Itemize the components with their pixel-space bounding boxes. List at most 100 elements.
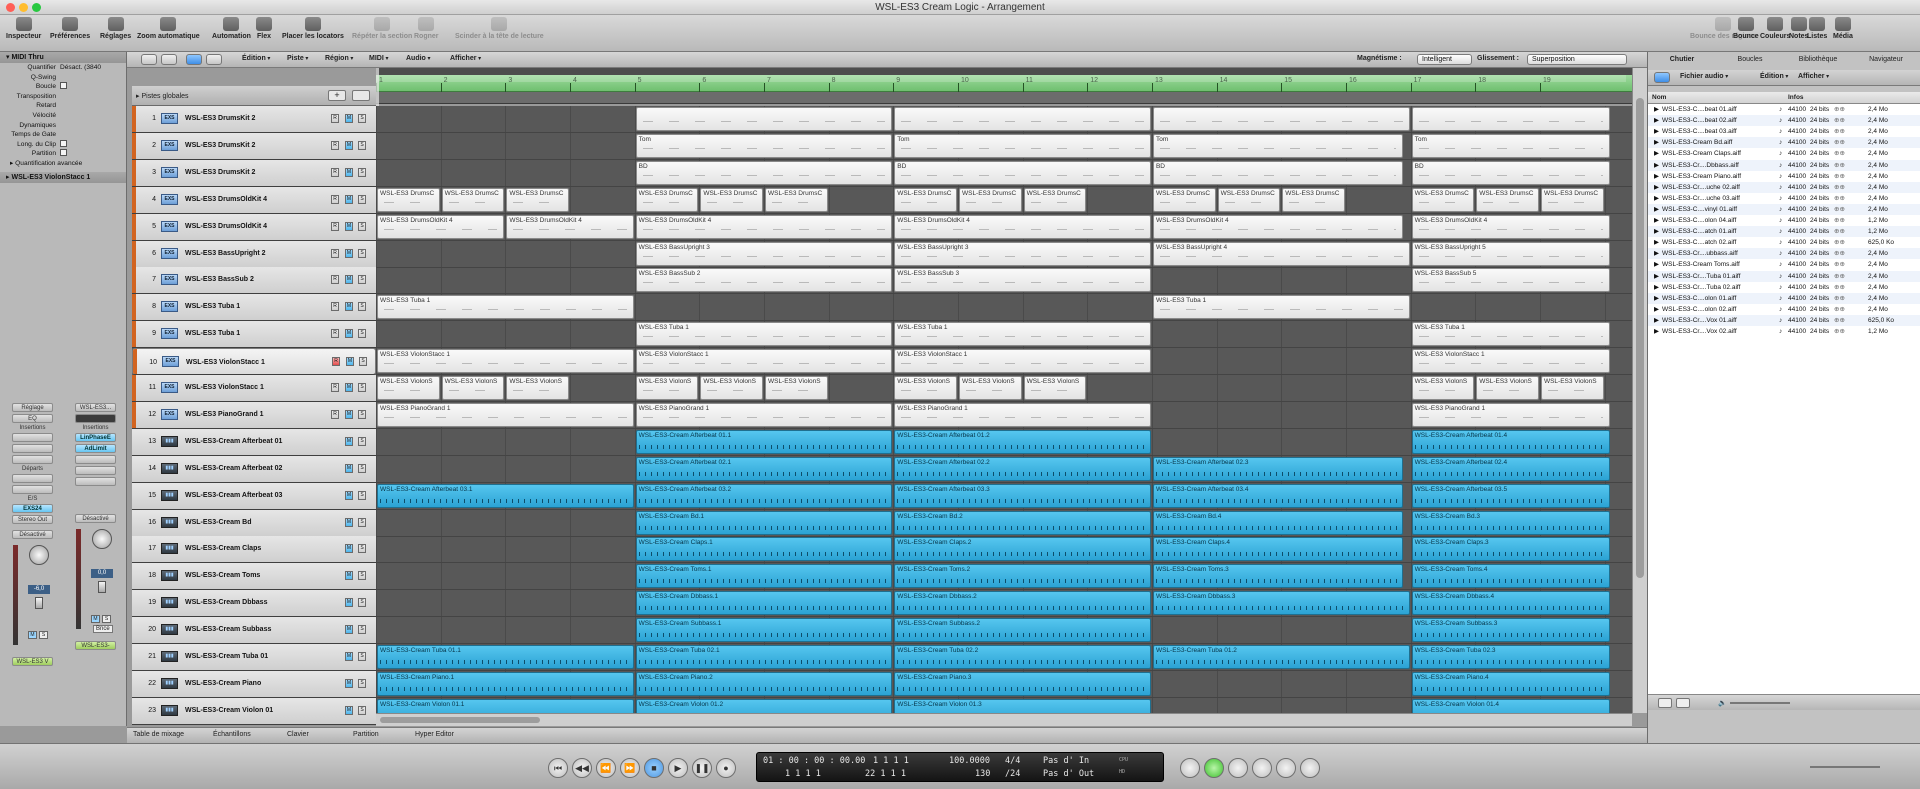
midi-region[interactable]: BD	[1152, 160, 1404, 185]
audio-file-row[interactable]: ▶ WSL-ES3-C....olon 01.aiff ♪ 44100 24 bits ⊕…	[1648, 292, 1920, 304]
solo-button[interactable]: S	[358, 329, 366, 339]
record-enable-button[interactable]: R	[331, 167, 339, 177]
solo-button[interactable]: S	[358, 302, 366, 312]
solo-button[interactable]: S	[358, 625, 366, 635]
track-name[interactable]: WSL-ES3-Cream Dbbass	[185, 599, 267, 606]
preview-volume-slider[interactable]	[1730, 702, 1790, 704]
record-enable-button[interactable]: R	[331, 194, 339, 204]
toolbar-répéter-la-section-button[interactable]: Répéter la section	[352, 17, 412, 40]
flex-tool-icon[interactable]	[186, 54, 202, 65]
midi-region[interactable]: WSL-ES3 DrumsOldKit 4	[1411, 214, 1611, 239]
track-name[interactable]: WSL-ES3 ViolonStacc 1	[186, 358, 265, 368]
midi-region[interactable]: Tom	[635, 133, 893, 158]
track-name[interactable]: WSL-ES3-Cream Subbass	[185, 626, 271, 633]
toolbar-listes-button[interactable]: Listes	[1807, 17, 1827, 40]
midi-region[interactable]: WSL-ES3 BassUpright 4	[1152, 241, 1410, 266]
column-info[interactable]: Infos	[1788, 94, 1804, 101]
track-lane[interactable]: WSL-ES3-Cream Tuba 01.1 WSL-ES3-Cream Tub…	[376, 644, 1632, 671]
midi-region[interactable]: WSL-ES3 Tuba 1	[894, 322, 1151, 347]
midi-region[interactable]: WSL-ES3 ViolonStacc 1	[377, 349, 634, 374]
track-row[interactable]: 15 ▮▮▮ WSL-ES3-Cream Afterbeat 03 M S	[132, 482, 376, 510]
solo-icon[interactable]	[1252, 758, 1272, 778]
track-lane[interactable]: BD BD BD BD	[376, 160, 1632, 187]
track-name[interactable]: WSL-ES3-Cream Afterbeat 03	[185, 492, 282, 499]
record-enable-button[interactable]: R	[331, 302, 339, 312]
solo-button[interactable]: S	[358, 436, 366, 446]
mute-button[interactable]: M	[345, 705, 353, 715]
track-row[interactable]: 6 EXS WSL-ES3 BassUpright 2 RMS	[132, 240, 376, 268]
replace-icon[interactable]	[1180, 758, 1200, 778]
midi-region[interactable]: WSL-ES3 BassUpright 3	[635, 241, 893, 266]
disclosure-triangle-icon[interactable]: ▶	[1654, 182, 1659, 193]
toolbar-bounce-button[interactable]: Bounce	[1733, 17, 1759, 40]
media-menu[interactable]: Édition	[1760, 73, 1788, 80]
automation-mode[interactable]: Désactivé	[75, 514, 116, 523]
cycle-region[interactable]	[376, 75, 1626, 82]
audio-region[interactable]: WSL-ES3-Cream Claps.1	[635, 537, 893, 562]
midi-region[interactable]: WSL-ES3 DrumsOldKit 4	[1152, 214, 1404, 239]
menu-audio[interactable]: Audio	[406, 55, 431, 62]
track-lane[interactable]: WSL-ES3-Cream Afterbeat 01.1 WSL-ES3-Crea…	[376, 429, 1632, 456]
audio-file-row[interactable]: ▶ WSL-ES3-C....atch 02.aiff ♪ 44100 24 bits ⊕…	[1648, 237, 1920, 248]
track-row[interactable]: 14 ▮▮▮ WSL-ES3-Cream Afterbeat 02 M S	[132, 455, 376, 483]
track-name[interactable]: WSL-ES3 Tuba 1	[185, 330, 240, 337]
audio-file-row[interactable]: ▶ WSL-ES3-C....beat 02.aiff ♪ 44100 24 bits ⊕…	[1648, 115, 1920, 127]
midi-region[interactable]: BD	[894, 160, 1151, 185]
track-name[interactable]: WSL-ES3-Cream Claps	[185, 545, 261, 552]
disclosure-triangle-icon[interactable]: ▶	[1654, 271, 1659, 282]
audio-region[interactable]: WSL-ES3-Cream Afterbeat 02.3	[1152, 456, 1404, 481]
midi-region[interactable]: WSL-ES3 PianoGrand 1	[894, 402, 1151, 427]
cycle-icon[interactable]	[1204, 758, 1224, 778]
go-to-start-icon[interactable]: ⏮	[548, 758, 568, 778]
audio-region[interactable]: WSL-ES3-Cream Afterbeat 03.3	[894, 483, 1151, 508]
track-lane[interactable]: Tom Tom Tom Tom	[376, 133, 1632, 160]
midi-region[interactable]: BD	[635, 160, 893, 185]
link-icon[interactable]	[1654, 72, 1670, 83]
track-lane[interactable]: WSL-ES3 Tuba 1 WSL-ES3 Tuba 1	[376, 294, 1632, 322]
mute-button[interactable]: M	[345, 517, 353, 527]
track-lane[interactable]: WSL-ES3 ViolonStacc 1 WSL-ES3 ViolonStacc…	[376, 348, 1632, 376]
midi-region[interactable]: WSL-ES3 DrumsC	[700, 187, 763, 212]
audio-region[interactable]: WSL-ES3-Cream Afterbeat 03.5	[1411, 483, 1611, 508]
eq-button[interactable]: EQ	[12, 414, 53, 423]
volume-fader[interactable]	[35, 597, 43, 609]
track-row[interactable]: 7 EXS WSL-ES3 BassSub 2 RMS	[132, 267, 376, 295]
audio-region[interactable]: WSL-ES3-Cream Subbass.3	[1411, 618, 1611, 643]
audio-region[interactable]: WSL-ES3-Cream Tuba 02.3	[1411, 645, 1611, 669]
track-name[interactable]: WSL-ES3-Cream Piano	[185, 680, 261, 687]
record-icon[interactable]: ●	[716, 758, 736, 778]
midi-region[interactable]: WSL-ES3 DrumsOldKit 4	[635, 214, 893, 239]
track-row[interactable]: 22 ▮▮▮ WSL-ES3-Cream Piano M S	[132, 670, 376, 698]
master-volume-slider[interactable]	[1810, 766, 1880, 768]
volume-fader[interactable]	[98, 581, 106, 593]
track-lane[interactable]: WSL-ES3 Tuba 1 WSL-ES3 Tuba 1 WSL-ES3 Tuba…	[376, 321, 1632, 349]
tab-table-de-mixage[interactable]: Table de mixage	[133, 731, 184, 738]
midi-region[interactable]: WSL-ES3 BassSub 2	[635, 268, 893, 293]
audio-file-row[interactable]: ▶ WSL-ES3-Cr....Vox 02.aiff ♪ 44100 24 bits ⊕…	[1648, 326, 1920, 337]
audio-region[interactable]: WSL-ES3-Cream Bd.3	[1411, 510, 1611, 535]
vertical-scrollbar[interactable]	[1632, 68, 1647, 713]
solo-button[interactable]: S	[358, 221, 366, 231]
toolbar-placer-les-locators-button[interactable]: Placer les locators	[282, 17, 344, 40]
track-name[interactable]: WSL-ES3 PianoGrand 1	[185, 411, 264, 418]
disclosure-triangle-icon[interactable]: ▶	[1654, 282, 1659, 293]
midi-region[interactable]: WSL-ES3 DrumsOldKit 4	[377, 214, 505, 239]
bar-ruler[interactable]: 1 2 3 4 5 6 7 8 9 10 11 12 13 14 15 16 17 18 19	[376, 75, 1632, 92]
audio-region[interactable]: WSL-ES3-Cream Afterbeat 01.4	[1411, 429, 1611, 454]
audio-region[interactable]: WSL-ES3-Cream Tuba 02.2	[894, 645, 1151, 669]
audio-file-row[interactable]: ▶ WSL-ES3-Cream Claps.aiff ♪ 44100 24 bits ⊕⊕…	[1648, 148, 1920, 159]
toolbar-scinder-à-la-tête-de-lecture-button[interactable]: Scinder à la tête de lecture	[455, 17, 544, 40]
audio-region[interactable]: WSL-ES3-Cream Piano.4	[1411, 671, 1611, 696]
midi-region[interactable]: WSL-ES3 BassSub 3	[894, 268, 1151, 293]
audio-file-row[interactable]: ▶ WSL-ES3-Cream Bd.aiff ♪ 44100 24 bits ⊕⊕ 2,4…	[1648, 137, 1920, 149]
midi-region[interactable]: WSL-ES3 ViolonS	[1411, 376, 1475, 400]
audio-region[interactable]: WSL-ES3-Cream Afterbeat 03.4	[1152, 483, 1404, 508]
track-row[interactable]: 16 ▮▮▮ WSL-ES3-Cream Bd M S	[132, 509, 376, 537]
midi-region[interactable]: WSL-ES3 DrumsC	[1540, 187, 1604, 212]
audio-file-row[interactable]: ▶ WSL-ES3-Cream Toms.aiff ♪ 44100 24 bits ⊕⊕ 2…	[1648, 259, 1920, 270]
mute-button[interactable]: M	[345, 302, 353, 312]
disclosure-triangle-icon[interactable]: ▶	[1654, 259, 1659, 270]
mute-button[interactable]: M	[345, 194, 353, 204]
disclosure-triangle-icon[interactable]: ▶	[1654, 226, 1659, 237]
insert-plugin-slot[interactable]: LinPhaseE	[75, 433, 116, 442]
